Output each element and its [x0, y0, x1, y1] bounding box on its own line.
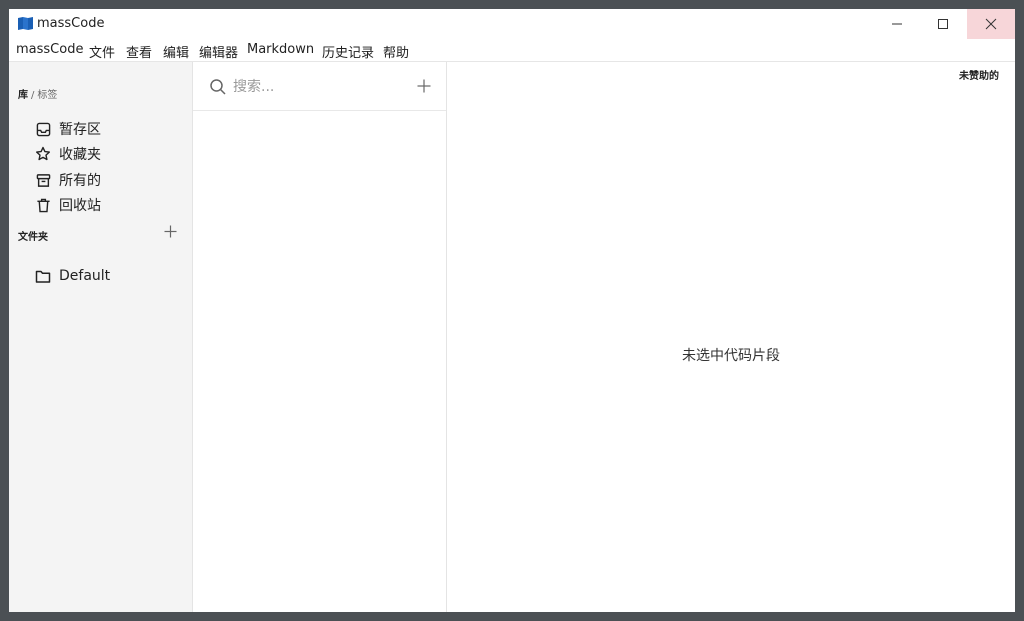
- sidebar-item-label: 暂存区: [59, 122, 101, 138]
- library-breadcrumb: 库 / 标签: [18, 86, 57, 101]
- menu-view[interactable]: 查看: [126, 42, 152, 61]
- star-icon: [35, 146, 51, 162]
- menu-help[interactable]: 帮助: [383, 42, 409, 61]
- search-input[interactable]: [233, 76, 403, 98]
- close-button[interactable]: [967, 9, 1015, 39]
- menu-edit[interactable]: 编辑: [163, 42, 189, 61]
- breadcrumb-separator: /: [31, 90, 35, 101]
- maximize-icon: [938, 19, 948, 29]
- sidebar-item-all[interactable]: 所有的: [35, 170, 101, 190]
- sidebar-item-favorites[interactable]: 收藏夹: [35, 144, 101, 164]
- library-tab[interactable]: 库: [18, 90, 28, 101]
- app-window: massCode massCode 文件 查看 编辑 编辑器 Markdown …: [9, 9, 1015, 612]
- folder-label: Default: [59, 268, 111, 284]
- sponsor-badge[interactable]: 未赞助的: [959, 67, 999, 82]
- maximize-button[interactable]: [920, 9, 966, 39]
- plus-icon: [164, 225, 176, 237]
- archive-icon: [35, 172, 51, 188]
- sidebar-item-label: 所有的: [59, 173, 101, 189]
- menu-markdown[interactable]: Markdown: [247, 42, 314, 57]
- editor-panel: 未赞助的 未选中代码片段: [447, 62, 1015, 612]
- sidebar-item-inbox[interactable]: 暂存区: [35, 119, 101, 139]
- folder-item-default[interactable]: Default: [35, 266, 110, 286]
- menu-bar: massCode 文件 查看 编辑 编辑器 Markdown 历史记录 帮助: [9, 39, 1015, 62]
- minimize-icon: [892, 23, 902, 25]
- menu-editor[interactable]: 编辑器: [199, 42, 238, 61]
- inbox-icon: [35, 121, 51, 137]
- close-icon: [985, 18, 997, 30]
- trash-icon: [35, 197, 51, 213]
- menu-file[interactable]: 文件: [89, 42, 115, 61]
- tags-tab[interactable]: 标签: [37, 90, 57, 101]
- sidebar-item-label: 回收站: [59, 198, 101, 214]
- menu-masscode[interactable]: massCode: [16, 42, 83, 57]
- sidebar-item-label: 收藏夹: [59, 147, 101, 163]
- folder-icon: [35, 268, 51, 284]
- sidebar-item-trash[interactable]: 回收站: [35, 195, 101, 215]
- sidebar: 库 / 标签 暂存区 收藏夹 所有的 回收站 文件夹 Default: [9, 62, 193, 612]
- title-bar: massCode: [9, 9, 1015, 39]
- menu-history[interactable]: 历史记录: [322, 42, 374, 61]
- minimize-button[interactable]: [874, 9, 920, 39]
- search-icon: [210, 79, 226, 95]
- empty-state-message: 未选中代码片段: [682, 348, 780, 364]
- add-folder-button[interactable]: [162, 223, 178, 239]
- snippet-list-panel: [193, 62, 447, 612]
- add-snippet-button[interactable]: [416, 78, 432, 94]
- plus-icon: [417, 79, 431, 93]
- masscode-logo-icon: [18, 17, 33, 30]
- folders-header: 文件夹: [18, 232, 48, 243]
- app-title: massCode: [37, 16, 105, 31]
- search-bar: [193, 62, 446, 111]
